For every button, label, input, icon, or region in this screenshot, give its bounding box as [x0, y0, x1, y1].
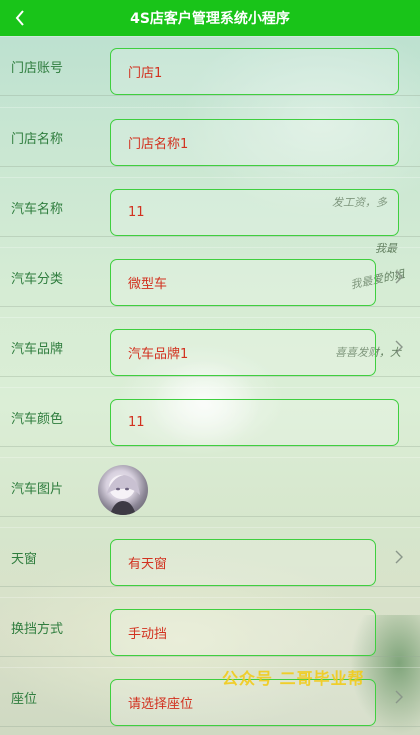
form-label: 天窗 [11, 551, 38, 567]
form-row-store-name: 门店名称 门店名称1 [0, 107, 420, 167]
car-image-preview [106, 475, 140, 515]
form-row-store-account: 门店账号 门店1 [0, 36, 420, 96]
page-title: 4S店客户管理系统小程序 [130, 11, 290, 27]
form-row-sunroof: 天窗 有天窗 [0, 527, 420, 587]
back-button[interactable] [8, 6, 32, 30]
chevron-right-icon [395, 340, 403, 354]
watermark-text: 公众号 二哥毕业帮 [222, 669, 365, 688]
car-image-thumbnail[interactable] [98, 465, 148, 515]
chevron-left-icon [15, 10, 24, 26]
seats-chevron[interactable] [392, 680, 406, 714]
form-label: 汽车名称 [11, 201, 64, 217]
chevron-right-icon [395, 270, 403, 284]
form-row-car-image: 汽车图片 [0, 457, 420, 517]
form-row-transmission: 换挡方式 手动挡 [0, 597, 420, 657]
car-name-field[interactable]: 11 [110, 189, 399, 236]
form-row-car-name: 汽车名称 11 [0, 177, 420, 237]
form-label: 汽车图片 [11, 481, 64, 497]
sunroof-chevron[interactable] [392, 540, 406, 574]
chevron-right-icon [395, 550, 403, 564]
navbar: 4S店客户管理系统小程序 [0, 0, 420, 36]
form-label: 座位 [11, 691, 38, 707]
car-category-chevron[interactable] [392, 260, 406, 294]
form-label: 汽车分类 [11, 271, 64, 287]
car-brand-chevron[interactable] [392, 330, 406, 364]
chevron-right-icon [395, 690, 403, 704]
form-row-car-category: 汽车分类 微型车 [0, 247, 420, 307]
form-row-car-brand: 汽车品牌 汽车品牌1 [0, 317, 420, 377]
store-name-field[interactable]: 门店名称1 [110, 119, 399, 166]
form-label: 汽车颜色 [11, 411, 64, 427]
form-label: 换挡方式 [11, 621, 64, 637]
car-color-field[interactable]: 11 [110, 399, 399, 446]
store-account-field[interactable]: 门店1 [110, 48, 399, 95]
form-row-car-color: 汽车颜色 11 [0, 387, 420, 447]
form-label: 门店名称 [11, 131, 64, 147]
car-category-select[interactable]: 微型车 [110, 259, 376, 306]
car-brand-select[interactable]: 汽车品牌1 [110, 329, 376, 376]
sunroof-select[interactable]: 有天窗 [110, 539, 376, 586]
form-label: 门店账号 [11, 60, 64, 76]
form-label: 汽车品牌 [11, 341, 64, 357]
transmission-select[interactable]: 手动挡 [110, 609, 376, 656]
